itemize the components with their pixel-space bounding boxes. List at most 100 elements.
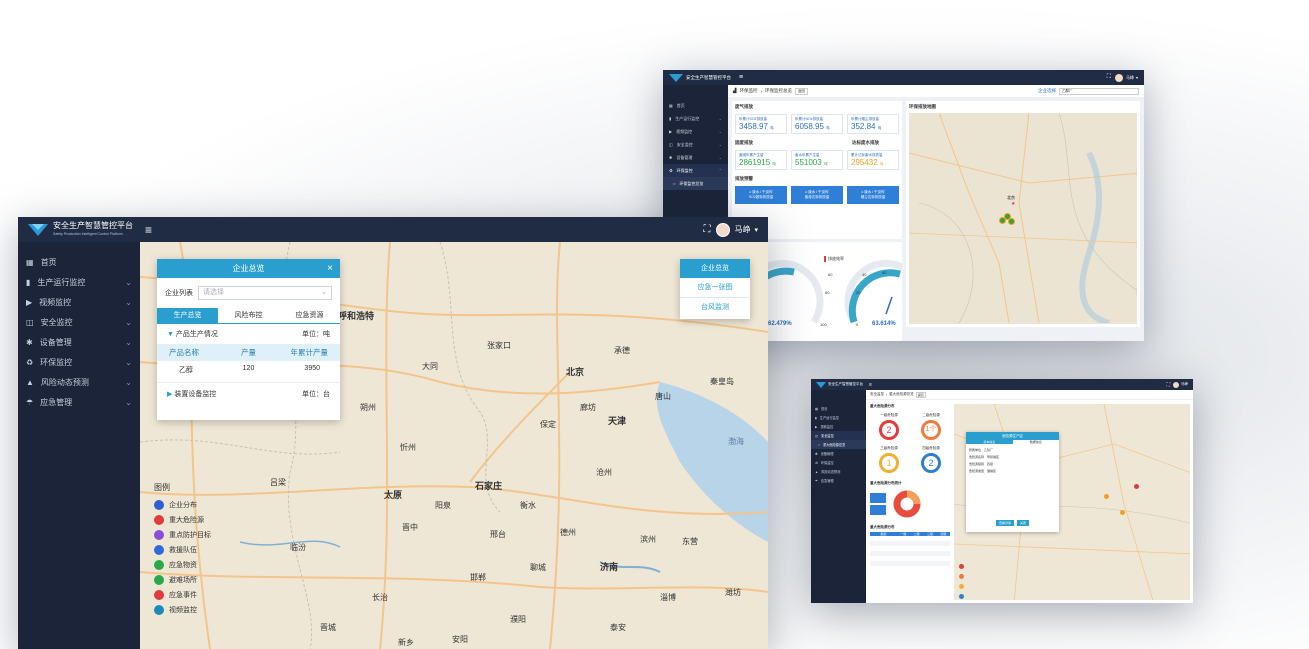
link-emergency-map[interactable]: 应急一张图 <box>680 278 750 298</box>
sidebar-item-security[interactable]: ◫ 安全监控 ⌄ <box>18 312 140 332</box>
map-label-tianjin: 天津 <box>608 416 627 426</box>
legend-item[interactable]: 应急事件 <box>154 587 211 602</box>
left-title: 重大危险源分布 <box>870 404 895 408</box>
sidebar-item-equipment[interactable]: ✱ 设备管理 ⌄ <box>18 332 140 352</box>
main-map[interactable]: 北京 天津 石家庄 太原 济南 呼和浩特 渤海 张家口 承德 唐山 秦皇岛 大同… <box>140 242 768 649</box>
env-map[interactable]: 北京 ★ <box>909 113 1137 324</box>
monitor-icon: ▮ <box>26 277 31 287</box>
hazard-marker[interactable] <box>959 584 964 589</box>
sidebar-item-security[interactable]: ◫ 安全监控 <box>811 431 866 440</box>
link-typhoon-monitor[interactable]: 台风监测 <box>680 298 750 318</box>
sidebar-item-env[interactable]: ♻ 环保监控 ⌄ <box>18 352 140 372</box>
monitor-icon: ▮ <box>815 415 817 420</box>
sidebar-item-home[interactable]: ▦ 首页 <box>663 99 728 112</box>
hazard-marker[interactable] <box>959 574 964 579</box>
circle-icon: ○ <box>673 181 676 186</box>
sidebar-item-video[interactable]: ▶ 视频监控 ⌄ <box>18 292 140 312</box>
legend-item[interactable]: 应急物资 <box>154 557 211 572</box>
level-item[interactable]: 一级危险源 2 <box>870 413 908 442</box>
close-icon[interactable]: × <box>327 259 333 278</box>
umbrella-icon: ☂ <box>815 478 818 483</box>
hazard-marker[interactable] <box>1120 510 1125 515</box>
legend-item[interactable]: 重点防护目标 <box>154 527 211 542</box>
section-solid-title: 固废排放 <box>735 140 753 145</box>
sidebar-item-risk[interactable]: ▲ 风险动态预测 <box>811 467 866 476</box>
map-legend: 图例 企业分布 重大危险源 重点防护目标 救援队伍 应急物资 避难场所 应急事件… <box>154 482 211 617</box>
hamburger-icon[interactable]: ≡ <box>739 74 743 81</box>
hazard-marker[interactable] <box>959 564 964 569</box>
donut-legend-box <box>870 505 886 515</box>
caret-down-icon[interactable]: ▾ <box>1136 75 1138 80</box>
tab-production[interactable]: 生产总览 <box>157 308 218 323</box>
enterprise-select[interactable]: 乙醇厂 <box>1059 87 1139 95</box>
env-card[interactable]: ≥ 废水 / 千克时 废液达标排放量 <box>791 186 843 204</box>
legend-item[interactable]: 避难场所 <box>154 572 211 587</box>
level-item[interactable]: 二级危险源 1个 <box>912 413 950 442</box>
avatar[interactable] <box>1173 381 1179 388</box>
level-item[interactable]: 四级危险源 2 <box>912 446 950 475</box>
user-name[interactable]: 马峥 <box>1181 382 1188 387</box>
sidebar-item-equipment[interactable]: ✱ 设备管理 <box>811 449 866 458</box>
legend-item[interactable]: 重大危险源 <box>154 512 211 527</box>
legend-item[interactable]: 救援队伍 <box>154 542 211 557</box>
enterprise-marker[interactable] <box>1008 218 1015 225</box>
sidebar-item-video[interactable]: ▶ 视频监控 <box>811 422 866 431</box>
sidebar-item-equipment[interactable]: ✱ 设备管理 ⌄ <box>663 151 728 164</box>
chevron-down-icon: ⌄ <box>125 377 132 387</box>
env-card[interactable]: ≥ 废水 / 千克时 SO2超标排放量 <box>735 186 787 204</box>
app-title-block: 安全生产智慧管控平台 Safety Production Intelligent… <box>53 221 133 238</box>
sidebar-item-production[interactable]: ▮ 生产运行监控 <box>811 413 866 422</box>
sidebar-item-emergency[interactable]: ☂ 应急管理 ⌄ <box>18 392 140 412</box>
tab-risk[interactable]: 风险布控 <box>218 308 279 323</box>
hazard-map[interactable]: 危险源生产区 基本信息 数据信息 所属单位 乙醇厂 危险源名称 甲醇罐区 危险源… <box>954 404 1190 600</box>
section-production[interactable]: ▼ 产品生产情况 单位：吨 <box>157 324 340 344</box>
env-card[interactable]: ≥ 废水 / 千克时 烟尘达标排放量 <box>847 186 899 204</box>
sidebar-item-env[interactable]: ♻ 环保监控 ⌃ <box>663 164 728 177</box>
back-button[interactable]: 返回 <box>915 391 926 398</box>
section-equipment[interactable]: ▶ 装置设备监控 单位：台 <box>157 382 340 405</box>
sidebar-item-video[interactable]: ▶ 视频监控 ⌄ <box>663 125 728 138</box>
level-item[interactable]: 三级危险源 1 <box>870 446 908 475</box>
caret-down-icon[interactable]: ▾ <box>754 226 758 234</box>
back-button[interactable]: 返回 <box>794 87 808 95</box>
fullscreen-icon[interactable]: ⛶ <box>703 224 710 235</box>
user-name[interactable]: 马峥 <box>734 224 750 235</box>
detail-button[interactable]: 查看详情 <box>995 520 1014 526</box>
hamburger-icon[interactable]: ≡ <box>145 223 152 237</box>
hamburger-icon[interactable]: ≡ <box>869 382 872 388</box>
hazard-marker[interactable] <box>1134 484 1139 489</box>
popup-tab[interactable]: 数据信息 <box>1013 440 1060 444</box>
map-label-qinhuangdao: 秦皇岛 <box>710 377 734 386</box>
avatar[interactable] <box>716 222 731 237</box>
hazard-marker[interactable] <box>1104 494 1109 499</box>
sidebar-subitem-hazard-overview[interactable]: ○ 重大危险源总览 <box>811 440 866 449</box>
sidebar-item-security[interactable]: ◫ 安全监控 ⌄ <box>663 138 728 151</box>
donut-chart <box>893 490 921 518</box>
tab-emergency-resource[interactable]: 应急资源 <box>279 308 340 323</box>
hazard-overview-screenshot: 安全生产智慧管控平台 ≡ ⛶ 马峥 ▦ 首页 ▮ 生产运行监控 ▶ 视频监控 ◫ 安全监… <box>811 379 1193 603</box>
sidebar-item-env[interactable]: ♻ 环保监控 <box>811 458 866 467</box>
sidebar-item-emergency[interactable]: ☂ 应急管理 <box>811 476 866 485</box>
map-label-cangzhou: 沧州 <box>596 468 612 477</box>
sidebar-item-home[interactable]: ▦ 首页 <box>811 404 866 413</box>
legend-item[interactable]: 企业分布 <box>154 497 211 512</box>
avatar[interactable] <box>1114 73 1123 82</box>
sidebar-item-production[interactable]: ▮ 生产运行监控 ⌄ <box>18 272 140 292</box>
grid-icon: ▦ <box>26 257 34 267</box>
section-env-title: 排放预警 <box>735 176 753 181</box>
sidebar-item-home[interactable]: ▦ 首页 <box>18 252 140 272</box>
popup-tab[interactable]: 基本信息 <box>966 440 1013 444</box>
legend-item[interactable]: 视频监控 <box>154 602 211 617</box>
sidebar-item-production[interactable]: ▮ 生产运行监控 ⌄ <box>663 112 728 125</box>
marker-cluster[interactable] <box>999 213 1015 225</box>
close-button[interactable]: 关闭 <box>1017 520 1030 526</box>
gauge-2-needle <box>885 296 893 315</box>
sidebar-item-risk[interactable]: ▲ 风险动态预测 ⌄ <box>18 372 140 392</box>
enterprise-select[interactable]: 请选择 ⌄ <box>198 286 332 300</box>
fullscreen-icon[interactable]: ⛶ <box>1107 74 1111 81</box>
hazard-marker[interactable] <box>959 594 964 599</box>
fullscreen-icon[interactable]: ⛶ <box>1166 382 1170 388</box>
sidebar-subitem-env-overview[interactable]: ○ 环保监控总览 <box>663 177 728 190</box>
user-name[interactable]: 马峥 <box>1126 75 1134 81</box>
hazard-table-header: 类别 一级 二级 三级 四级 <box>870 532 950 536</box>
